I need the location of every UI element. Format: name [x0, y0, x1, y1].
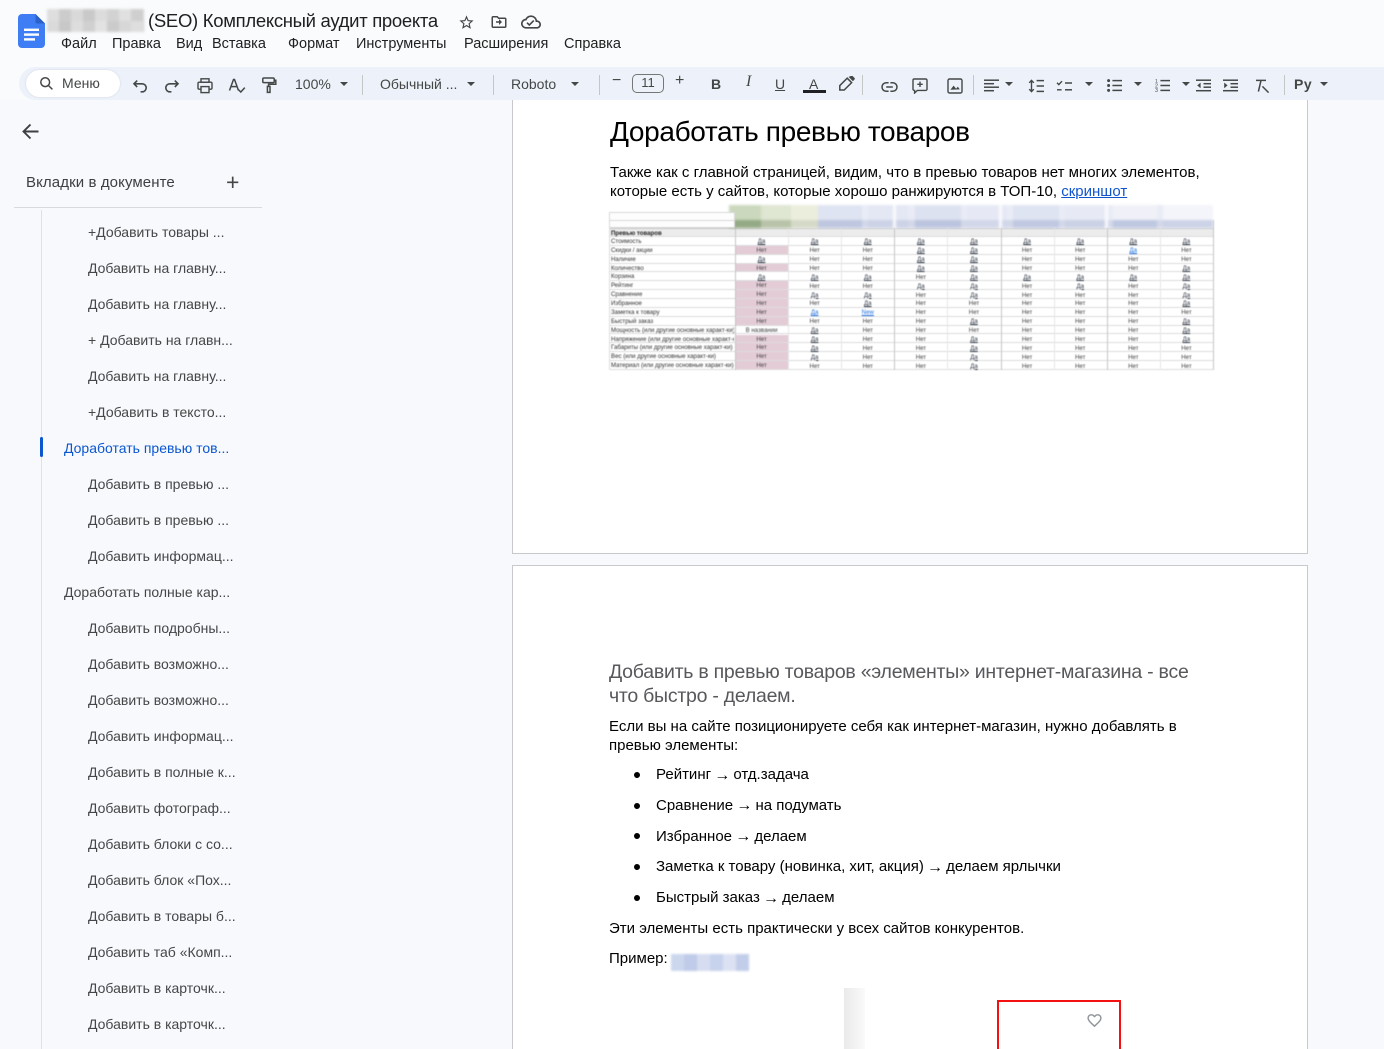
svg-text:3: 3: [1155, 88, 1158, 92]
